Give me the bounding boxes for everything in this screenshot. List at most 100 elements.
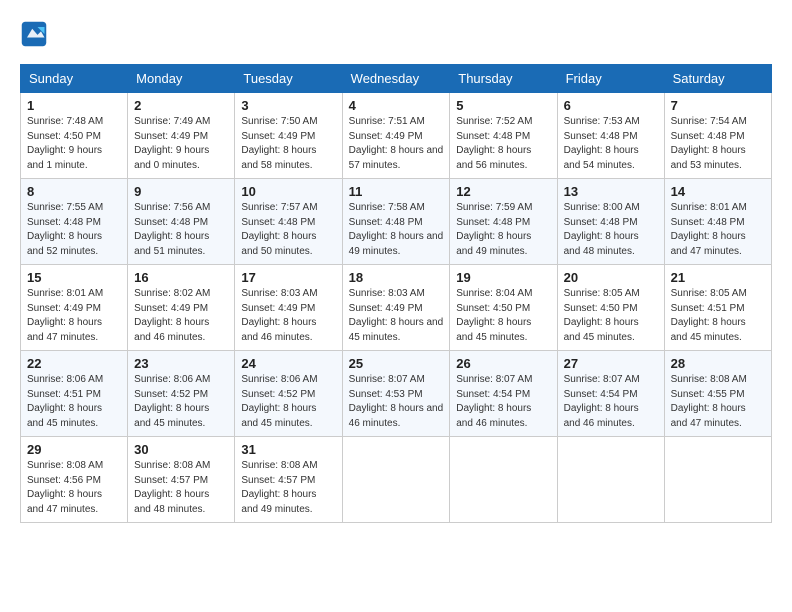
day-info: Sunrise: 7:51 AM Sunset: 4:49 PM Dayligh…: [349, 115, 444, 173]
calendar-cell: [342, 437, 450, 523]
day-info: Sunrise: 8:08 AM Sunset: 4:57 PM Dayligh…: [241, 459, 335, 517]
day-number: 14: [671, 184, 765, 199]
day-info: Sunrise: 7:55 AM Sunset: 4:48 PM Dayligh…: [27, 201, 121, 259]
calendar-cell: 11 Sunrise: 7:58 AM Sunset: 4:48 PM Dayl…: [342, 179, 450, 265]
day-number: 8: [27, 184, 121, 199]
calendar-header-row: SundayMondayTuesdayWednesdayThursdayFrid…: [21, 65, 772, 93]
day-number: 15: [27, 270, 121, 285]
day-number: 24: [241, 356, 335, 371]
day-info: Sunrise: 8:06 AM Sunset: 4:52 PM Dayligh…: [134, 373, 228, 431]
calendar-cell: [557, 437, 664, 523]
day-info: Sunrise: 7:53 AM Sunset: 4:48 PM Dayligh…: [564, 115, 658, 173]
day-info: Sunrise: 7:58 AM Sunset: 4:48 PM Dayligh…: [349, 201, 444, 259]
day-info: Sunrise: 8:07 AM Sunset: 4:54 PM Dayligh…: [456, 373, 550, 431]
day-number: 1: [27, 98, 121, 113]
day-info: Sunrise: 8:05 AM Sunset: 4:50 PM Dayligh…: [564, 287, 658, 345]
day-number: 10: [241, 184, 335, 199]
day-info: Sunrise: 7:56 AM Sunset: 4:48 PM Dayligh…: [134, 201, 228, 259]
calendar-cell: 18 Sunrise: 8:03 AM Sunset: 4:49 PM Dayl…: [342, 265, 450, 351]
calendar-cell: 28 Sunrise: 8:08 AM Sunset: 4:55 PM Dayl…: [664, 351, 771, 437]
column-header-sunday: Sunday: [21, 65, 128, 93]
column-header-saturday: Saturday: [664, 65, 771, 93]
day-info: Sunrise: 8:03 AM Sunset: 4:49 PM Dayligh…: [241, 287, 335, 345]
calendar-cell: 20 Sunrise: 8:05 AM Sunset: 4:50 PM Dayl…: [557, 265, 664, 351]
day-number: 30: [134, 442, 228, 457]
day-info: Sunrise: 8:05 AM Sunset: 4:51 PM Dayligh…: [671, 287, 765, 345]
calendar-cell: 14 Sunrise: 8:01 AM Sunset: 4:48 PM Dayl…: [664, 179, 771, 265]
day-number: 28: [671, 356, 765, 371]
day-info: Sunrise: 7:48 AM Sunset: 4:50 PM Dayligh…: [27, 115, 121, 173]
day-info: Sunrise: 7:50 AM Sunset: 4:49 PM Dayligh…: [241, 115, 335, 173]
day-number: 31: [241, 442, 335, 457]
day-number: 6: [564, 98, 658, 113]
day-number: 29: [27, 442, 121, 457]
calendar-week-4: 22 Sunrise: 8:06 AM Sunset: 4:51 PM Dayl…: [21, 351, 772, 437]
day-info: Sunrise: 8:01 AM Sunset: 4:49 PM Dayligh…: [27, 287, 121, 345]
column-header-wednesday: Wednesday: [342, 65, 450, 93]
column-header-monday: Monday: [128, 65, 235, 93]
day-info: Sunrise: 7:49 AM Sunset: 4:49 PM Dayligh…: [134, 115, 228, 173]
calendar-cell: 16 Sunrise: 8:02 AM Sunset: 4:49 PM Dayl…: [128, 265, 235, 351]
calendar-cell: 27 Sunrise: 8:07 AM Sunset: 4:54 PM Dayl…: [557, 351, 664, 437]
page-header: [20, 20, 772, 48]
day-info: Sunrise: 8:03 AM Sunset: 4:49 PM Dayligh…: [349, 287, 444, 345]
day-info: Sunrise: 7:59 AM Sunset: 4:48 PM Dayligh…: [456, 201, 550, 259]
logo-icon: [20, 20, 48, 48]
day-info: Sunrise: 8:02 AM Sunset: 4:49 PM Dayligh…: [134, 287, 228, 345]
calendar-cell: 1 Sunrise: 7:48 AM Sunset: 4:50 PM Dayli…: [21, 93, 128, 179]
day-number: 12: [456, 184, 550, 199]
day-number: 20: [564, 270, 658, 285]
column-header-friday: Friday: [557, 65, 664, 93]
calendar-cell: 5 Sunrise: 7:52 AM Sunset: 4:48 PM Dayli…: [450, 93, 557, 179]
calendar-cell: 10 Sunrise: 7:57 AM Sunset: 4:48 PM Dayl…: [235, 179, 342, 265]
calendar-cell: 21 Sunrise: 8:05 AM Sunset: 4:51 PM Dayl…: [664, 265, 771, 351]
calendar-cell: 4 Sunrise: 7:51 AM Sunset: 4:49 PM Dayli…: [342, 93, 450, 179]
calendar-week-3: 15 Sunrise: 8:01 AM Sunset: 4:49 PM Dayl…: [21, 265, 772, 351]
calendar-cell: 15 Sunrise: 8:01 AM Sunset: 4:49 PM Dayl…: [21, 265, 128, 351]
day-number: 19: [456, 270, 550, 285]
day-info: Sunrise: 7:54 AM Sunset: 4:48 PM Dayligh…: [671, 115, 765, 173]
day-number: 4: [349, 98, 444, 113]
calendar-cell: 13 Sunrise: 8:00 AM Sunset: 4:48 PM Dayl…: [557, 179, 664, 265]
day-number: 23: [134, 356, 228, 371]
calendar-cell: [664, 437, 771, 523]
calendar: SundayMondayTuesdayWednesdayThursdayFrid…: [20, 64, 772, 523]
calendar-cell: 12 Sunrise: 7:59 AM Sunset: 4:48 PM Dayl…: [450, 179, 557, 265]
day-info: Sunrise: 8:08 AM Sunset: 4:56 PM Dayligh…: [27, 459, 121, 517]
day-info: Sunrise: 8:00 AM Sunset: 4:48 PM Dayligh…: [564, 201, 658, 259]
calendar-cell: 19 Sunrise: 8:04 AM Sunset: 4:50 PM Dayl…: [450, 265, 557, 351]
calendar-cell: 7 Sunrise: 7:54 AM Sunset: 4:48 PM Dayli…: [664, 93, 771, 179]
day-info: Sunrise: 8:04 AM Sunset: 4:50 PM Dayligh…: [456, 287, 550, 345]
column-header-tuesday: Tuesday: [235, 65, 342, 93]
day-info: Sunrise: 7:52 AM Sunset: 4:48 PM Dayligh…: [456, 115, 550, 173]
calendar-week-1: 1 Sunrise: 7:48 AM Sunset: 4:50 PM Dayli…: [21, 93, 772, 179]
day-number: 17: [241, 270, 335, 285]
day-number: 18: [349, 270, 444, 285]
day-info: Sunrise: 8:08 AM Sunset: 4:55 PM Dayligh…: [671, 373, 765, 431]
calendar-cell: [450, 437, 557, 523]
calendar-cell: 26 Sunrise: 8:07 AM Sunset: 4:54 PM Dayl…: [450, 351, 557, 437]
day-info: Sunrise: 8:06 AM Sunset: 4:52 PM Dayligh…: [241, 373, 335, 431]
day-number: 21: [671, 270, 765, 285]
calendar-cell: 2 Sunrise: 7:49 AM Sunset: 4:49 PM Dayli…: [128, 93, 235, 179]
day-number: 9: [134, 184, 228, 199]
day-number: 26: [456, 356, 550, 371]
calendar-cell: 8 Sunrise: 7:55 AM Sunset: 4:48 PM Dayli…: [21, 179, 128, 265]
day-number: 27: [564, 356, 658, 371]
day-info: Sunrise: 8:01 AM Sunset: 4:48 PM Dayligh…: [671, 201, 765, 259]
day-info: Sunrise: 8:06 AM Sunset: 4:51 PM Dayligh…: [27, 373, 121, 431]
calendar-cell: 29 Sunrise: 8:08 AM Sunset: 4:56 PM Dayl…: [21, 437, 128, 523]
calendar-cell: 25 Sunrise: 8:07 AM Sunset: 4:53 PM Dayl…: [342, 351, 450, 437]
day-number: 22: [27, 356, 121, 371]
day-info: Sunrise: 7:57 AM Sunset: 4:48 PM Dayligh…: [241, 201, 335, 259]
logo: [20, 20, 52, 48]
calendar-cell: 30 Sunrise: 8:08 AM Sunset: 4:57 PM Dayl…: [128, 437, 235, 523]
day-number: 3: [241, 98, 335, 113]
calendar-cell: 17 Sunrise: 8:03 AM Sunset: 4:49 PM Dayl…: [235, 265, 342, 351]
day-number: 13: [564, 184, 658, 199]
calendar-cell: 23 Sunrise: 8:06 AM Sunset: 4:52 PM Dayl…: [128, 351, 235, 437]
calendar-cell: 22 Sunrise: 8:06 AM Sunset: 4:51 PM Dayl…: [21, 351, 128, 437]
calendar-week-5: 29 Sunrise: 8:08 AM Sunset: 4:56 PM Dayl…: [21, 437, 772, 523]
calendar-cell: 6 Sunrise: 7:53 AM Sunset: 4:48 PM Dayli…: [557, 93, 664, 179]
day-number: 25: [349, 356, 444, 371]
